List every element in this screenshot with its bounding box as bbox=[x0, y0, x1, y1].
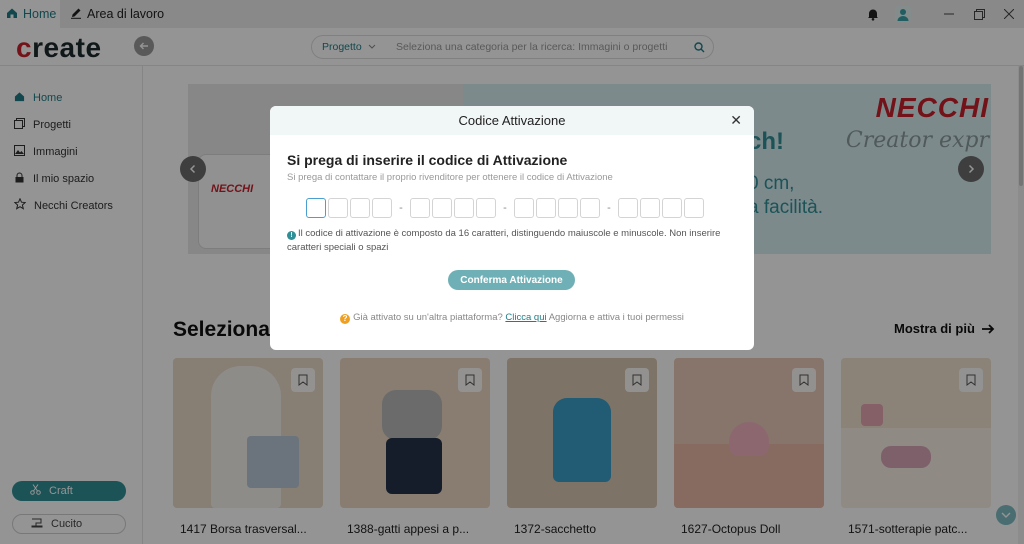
info-icon: ! bbox=[287, 231, 296, 240]
dialog-header: Codice Attivazione ✕ bbox=[270, 106, 754, 135]
code-char-input[interactable] bbox=[410, 198, 430, 218]
code-separator: - bbox=[607, 202, 611, 214]
question-icon: ? bbox=[340, 314, 351, 324]
code-char-input[interactable] bbox=[306, 198, 326, 218]
dialog-title: Codice Attivazione bbox=[458, 113, 566, 128]
code-char-input[interactable] bbox=[618, 198, 638, 218]
activation-info-text: Il codice di attivazione è composto da 1… bbox=[287, 228, 721, 253]
code-char-input[interactable] bbox=[580, 198, 600, 218]
code-char-input[interactable] bbox=[454, 198, 474, 218]
click-here-link[interactable]: Clicca qui bbox=[505, 312, 546, 323]
dialog-subtitle: Si prega di contattare il proprio rivend… bbox=[287, 172, 613, 183]
code-char-input[interactable] bbox=[350, 198, 370, 218]
activation-info: ! Il codice di attivazione è composto da … bbox=[287, 227, 739, 255]
dialog-footer: ? Già attivato su un'altra piattaforma? C… bbox=[270, 312, 754, 324]
code-char-input[interactable] bbox=[476, 198, 496, 218]
activation-dialog: Codice Attivazione ✕ Si prega di inserir… bbox=[270, 106, 754, 350]
code-char-input[interactable] bbox=[558, 198, 578, 218]
code-char-input[interactable] bbox=[328, 198, 348, 218]
code-char-input[interactable] bbox=[684, 198, 704, 218]
code-char-input[interactable] bbox=[514, 198, 534, 218]
code-separator: - bbox=[399, 202, 403, 214]
code-separator: - bbox=[503, 202, 507, 214]
code-char-input[interactable] bbox=[640, 198, 660, 218]
footer-prefix: Già attivato su un'altra piattaforma? bbox=[353, 312, 503, 323]
code-char-input[interactable] bbox=[662, 198, 682, 218]
code-char-input[interactable] bbox=[372, 198, 392, 218]
code-char-input[interactable] bbox=[536, 198, 556, 218]
dialog-heading: Si prega di inserire il codice di Attiva… bbox=[287, 152, 568, 168]
close-icon[interactable]: ✕ bbox=[730, 112, 742, 129]
code-char-input[interactable] bbox=[432, 198, 452, 218]
footer-suffix: Aggiorna e attiva i tuoi permessi bbox=[548, 312, 684, 323]
activation-code-input: - - - bbox=[306, 198, 706, 218]
confirm-activation-button[interactable]: Conferma Attivazione bbox=[448, 270, 575, 290]
